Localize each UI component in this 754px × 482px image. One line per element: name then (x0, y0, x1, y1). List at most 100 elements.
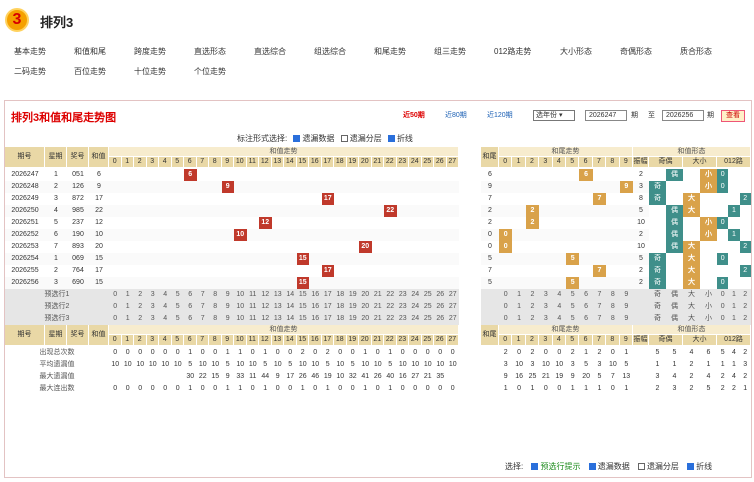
recent-120-link[interactable]: 近120期 (487, 109, 513, 123)
predict-big[interactable]: 大 (683, 289, 700, 301)
predict-sum-cell[interactable]: 22 (384, 301, 397, 313)
nav-item[interactable]: 二码走势 (14, 66, 46, 77)
predict-2[interactable]: 2 (739, 301, 751, 313)
predict-tail-cell[interactable]: 6 (579, 289, 593, 301)
checkbox-icon[interactable] (293, 135, 301, 142)
predict-sum-cell[interactable]: 8 (209, 313, 222, 325)
predict-sum-cell[interactable]: 27 (446, 289, 459, 301)
predict-tail-cell[interactable]: 6 (579, 313, 593, 325)
predict-tail-cell[interactable]: 5 (566, 289, 580, 301)
predict-even[interactable]: 偶 (666, 289, 683, 301)
predict-sum-cell[interactable]: 9 (221, 313, 234, 325)
predict-sum-cell[interactable]: 0 (109, 313, 122, 325)
predict-sum-cell[interactable]: 14 (284, 313, 297, 325)
predict-0[interactable]: 0 (717, 301, 729, 313)
predict-sum-cell[interactable]: 3 (146, 301, 159, 313)
predict-sum-cell[interactable]: 27 (446, 301, 459, 313)
predict-tail-cell[interactable]: 8 (606, 289, 620, 301)
predict-small[interactable]: 小 (700, 301, 717, 313)
predict-sum-cell[interactable]: 12 (259, 313, 272, 325)
predict-sum-cell[interactable]: 21 (371, 301, 384, 313)
predict-sum-cell[interactable]: 0 (109, 301, 122, 313)
predict-even[interactable]: 偶 (666, 301, 683, 313)
predict-sum-cell[interactable]: 14 (284, 289, 297, 301)
opt-polyline[interactable]: 折线 (387, 133, 413, 144)
checkbox-icon[interactable] (387, 135, 395, 142)
opt-missing-data[interactable]: 遗漏数据 (293, 133, 334, 144)
predict-0[interactable]: 0 (717, 289, 729, 301)
year-select[interactable]: 选年份 ▾ (533, 110, 575, 121)
predict-tail-cell[interactable]: 4 (552, 301, 566, 313)
nav-item[interactable]: 和值和尾 (74, 46, 106, 57)
predict-small[interactable]: 小 (700, 289, 717, 301)
predict-tail-cell[interactable]: 4 (552, 289, 566, 301)
nav-item[interactable]: 直选形态 (194, 46, 226, 57)
checkbox-icon[interactable] (531, 463, 539, 470)
predict-tail-cell[interactable]: 3 (539, 289, 553, 301)
predict-sum-cell[interactable]: 21 (371, 289, 384, 301)
predict-sum-cell[interactable]: 14 (284, 301, 297, 313)
predict-tail-cell[interactable]: 8 (606, 313, 620, 325)
predict-sum-cell[interactable]: 8 (209, 289, 222, 301)
legend-missing[interactable]: 遗漏数据 (588, 461, 630, 472)
predict-sum-cell[interactable]: 18 (334, 313, 347, 325)
predict-sum-cell[interactable]: 19 (346, 313, 359, 325)
predict-sum-cell[interactable]: 17 (321, 301, 334, 313)
predict-tail-cell[interactable]: 7 (592, 313, 607, 325)
predict-sum-cell[interactable]: 1 (121, 289, 134, 301)
predict-sum-cell[interactable]: 9 (221, 289, 234, 301)
predict-sum-cell[interactable]: 25 (421, 289, 434, 301)
from-issue-input[interactable]: 2026247 (585, 110, 627, 121)
predict-odd[interactable]: 奇 (649, 301, 666, 313)
predict-sum-cell[interactable]: 8 (209, 301, 222, 313)
predict-sum-cell[interactable]: 25 (421, 313, 434, 325)
predict-sum-cell[interactable]: 2 (134, 313, 147, 325)
predict-tail-cell[interactable]: 1 (512, 313, 526, 325)
predict-sum-cell[interactable]: 12 (259, 301, 272, 313)
predict-tail-cell[interactable]: 5 (566, 313, 580, 325)
predict-sum-cell[interactable]: 15 (296, 301, 309, 313)
predict-sum-cell[interactable]: 5 (171, 289, 184, 301)
nav-item[interactable]: 百位走势 (74, 66, 106, 77)
predict-sum-cell[interactable]: 24 (409, 301, 422, 313)
predict-1[interactable]: 1 (728, 313, 740, 325)
predict-sum-cell[interactable]: 16 (309, 289, 322, 301)
predict-sum-cell[interactable]: 4 (159, 289, 172, 301)
nav-item[interactable]: 组三走势 (434, 46, 466, 57)
predict-tail-cell[interactable]: 3 (539, 313, 553, 325)
predict-1[interactable]: 1 (728, 289, 740, 301)
predict-tail-cell[interactable]: 7 (592, 301, 607, 313)
predict-tail-cell[interactable]: 0 (499, 289, 513, 301)
predict-sum-cell[interactable]: 20 (359, 301, 372, 313)
predict-sum-cell[interactable]: 12 (259, 289, 272, 301)
checkbox-icon[interactable] (637, 463, 645, 470)
predict-even[interactable]: 偶 (666, 313, 683, 325)
predict-sum-cell[interactable]: 22 (384, 313, 397, 325)
predict-sum-cell[interactable]: 26 (434, 301, 447, 313)
predict-sum-cell[interactable]: 10 (234, 301, 247, 313)
predict-sum-cell[interactable]: 27 (446, 313, 459, 325)
nav-item[interactable]: 直选综合 (254, 46, 286, 57)
predict-sum-cell[interactable]: 9 (221, 301, 234, 313)
nav-item[interactable]: 质合形态 (680, 46, 712, 57)
predict-odd[interactable]: 奇 (649, 313, 666, 325)
predict-sum-cell[interactable]: 22 (384, 289, 397, 301)
predict-tail-cell[interactable]: 0 (499, 301, 513, 313)
predict-sum-cell[interactable]: 3 (146, 289, 159, 301)
predict-sum-cell[interactable]: 24 (409, 313, 422, 325)
predict-tail-cell[interactable]: 5 (566, 301, 580, 313)
predict-sum-cell[interactable]: 1 (121, 301, 134, 313)
predict-sum-cell[interactable]: 18 (334, 289, 347, 301)
predict-sum-cell[interactable]: 17 (321, 313, 334, 325)
recent-80-link[interactable]: 近80期 (445, 109, 467, 123)
predict-tail-cell[interactable]: 9 (619, 289, 633, 301)
predict-sum-cell[interactable]: 3 (146, 313, 159, 325)
to-issue-input[interactable]: 2026256 (662, 110, 704, 121)
predict-sum-cell[interactable]: 4 (159, 301, 172, 313)
predict-2[interactable]: 2 (739, 313, 751, 325)
recent-50-link[interactable]: 近50期 (403, 109, 425, 123)
checkbox-icon[interactable] (588, 463, 596, 470)
predict-sum-cell[interactable]: 0 (109, 289, 122, 301)
predict-sum-cell[interactable]: 7 (196, 313, 209, 325)
checkbox-icon[interactable] (340, 135, 348, 142)
